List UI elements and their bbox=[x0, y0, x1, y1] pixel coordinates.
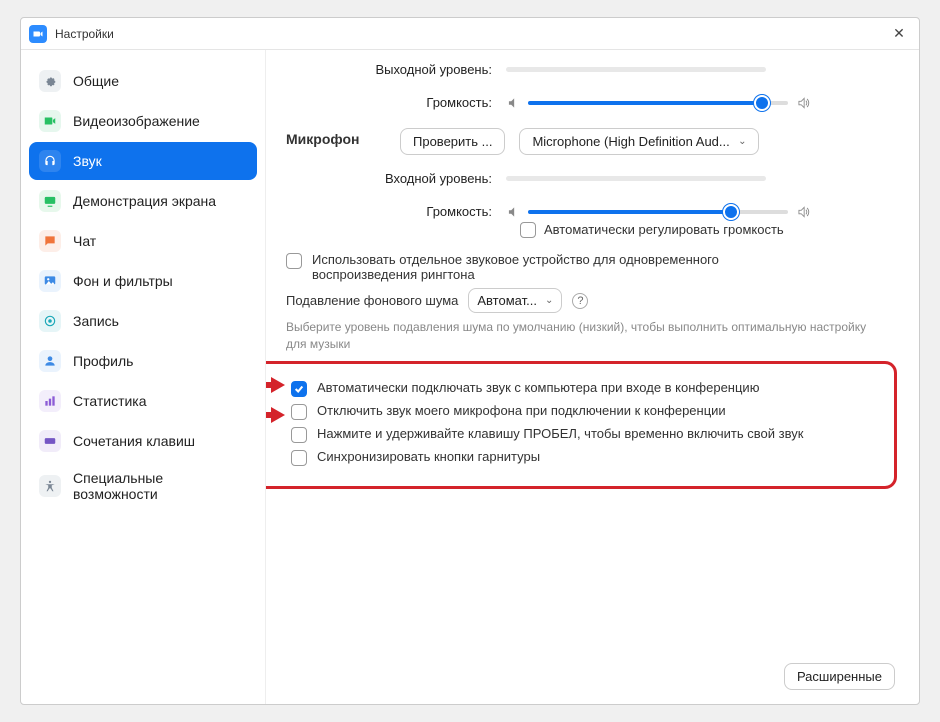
input-level-meter bbox=[506, 176, 766, 181]
auto-join-audio-checkbox[interactable] bbox=[291, 381, 307, 397]
noise-label: Подавление фонового шума bbox=[286, 293, 458, 308]
volume-high-icon bbox=[796, 205, 810, 219]
sidebar-item-audio[interactable]: Звук bbox=[29, 142, 257, 180]
speaker-volume-row: Громкость: bbox=[286, 95, 889, 110]
sidebar-item-label: Видеоизображение bbox=[73, 113, 200, 129]
space-unmute-label: Нажмите и удерживайте клавишу ПРОБЕЛ, чт… bbox=[317, 426, 803, 441]
volume-high-icon bbox=[796, 96, 810, 110]
titlebar: Настройки ✕ bbox=[21, 18, 919, 50]
separate-device-label: Использовать отдельное звуковое устройст… bbox=[312, 252, 742, 282]
sidebar-item-label: Профиль bbox=[73, 353, 133, 369]
sidebar-item-general[interactable]: Общие bbox=[29, 62, 257, 100]
output-level-meter bbox=[506, 67, 766, 72]
content-panel: Выходной уровень: Громкость: Микрофон Пр… bbox=[266, 50, 919, 704]
output-level-row: Выходной уровень: bbox=[286, 62, 889, 77]
sidebar-item-label: Общие bbox=[73, 73, 119, 89]
space-unmute-checkbox[interactable] bbox=[291, 427, 307, 443]
noise-level-dropdown[interactable]: Автомат...⌄ bbox=[468, 288, 562, 313]
test-mic-button[interactable]: Проверить ... bbox=[400, 128, 505, 155]
mic-volume-slider[interactable] bbox=[528, 210, 788, 214]
sidebar-item-label: Сочетания клавиш bbox=[73, 433, 195, 449]
volume-low-icon bbox=[506, 96, 520, 110]
share-screen-icon bbox=[39, 190, 61, 212]
video-icon bbox=[39, 110, 61, 132]
auto-join-audio-label: Автоматически подключать звук с компьюте… bbox=[317, 380, 759, 395]
background-icon bbox=[39, 270, 61, 292]
advanced-button[interactable]: Расширенные bbox=[784, 663, 895, 690]
noise-suppression-row: Подавление фонового шума Автомат...⌄ ? bbox=[286, 288, 889, 313]
mic-volume-row: Громкость: bbox=[286, 204, 889, 219]
separate-device-checkbox[interactable] bbox=[286, 253, 302, 269]
mic-volume-label: Громкость: bbox=[286, 204, 506, 219]
annotation-arrow-1 bbox=[266, 376, 285, 394]
annotation-arrow-2 bbox=[266, 406, 285, 424]
annotation-highlight-box: Автоматически подключать звук с компьюте… bbox=[266, 361, 897, 489]
mic-device-dropdown[interactable]: Microphone (High Definition Aud...⌄ bbox=[519, 128, 759, 155]
separate-device-row: Использовать отдельное звуковое устройст… bbox=[286, 252, 889, 282]
sync-headset-checkbox[interactable] bbox=[291, 450, 307, 466]
volume-low-icon bbox=[506, 205, 520, 219]
sidebar-item-label: Статистика bbox=[73, 393, 147, 409]
sidebar-item-chat[interactable]: Чат bbox=[29, 222, 257, 260]
mute-mic-checkbox[interactable] bbox=[291, 404, 307, 420]
sidebar-item-label: Звук bbox=[73, 153, 102, 169]
window-body: Общие Видеоизображение Звук Демонстрация… bbox=[21, 50, 919, 704]
profile-icon bbox=[39, 350, 61, 372]
sidebar: Общие Видеоизображение Звук Демонстрация… bbox=[21, 50, 266, 704]
auto-adjust-checkbox[interactable] bbox=[520, 222, 536, 238]
sidebar-item-accessibility[interactable]: Специальные возможности bbox=[29, 462, 257, 510]
help-icon[interactable]: ? bbox=[572, 293, 588, 309]
accessibility-icon bbox=[39, 475, 61, 497]
record-icon bbox=[39, 310, 61, 332]
space-unmute-row: Нажмите и удерживайте клавишу ПРОБЕЛ, чт… bbox=[291, 426, 880, 443]
gear-icon bbox=[39, 70, 61, 92]
sidebar-item-video[interactable]: Видеоизображение bbox=[29, 102, 257, 140]
sidebar-item-label: Демонстрация экрана bbox=[73, 193, 216, 209]
noise-hint: Выберите уровень подавления шума по умол… bbox=[286, 319, 889, 353]
sync-headset-row: Синхронизировать кнопки гарнитуры bbox=[291, 449, 880, 466]
sidebar-item-recording[interactable]: Запись bbox=[29, 302, 257, 340]
mic-section-header: Микрофон bbox=[286, 131, 386, 147]
keyboard-icon bbox=[39, 430, 61, 452]
close-button[interactable]: ✕ bbox=[887, 22, 911, 46]
sidebar-item-statistics[interactable]: Статистика bbox=[29, 382, 257, 420]
chevron-down-icon: ⌄ bbox=[545, 295, 553, 306]
auto-adjust-label: Автоматически регулировать громкость bbox=[544, 222, 784, 237]
auto-adjust-row: Автоматически регулировать громкость bbox=[520, 221, 889, 238]
stats-icon bbox=[39, 390, 61, 412]
chevron-down-icon: ⌄ bbox=[738, 136, 746, 147]
sidebar-item-shortcuts[interactable]: Сочетания клавиш bbox=[29, 422, 257, 460]
mute-mic-row: Отключить звук моего микрофона при подкл… bbox=[291, 403, 880, 420]
mute-mic-label: Отключить звук моего микрофона при подкл… bbox=[317, 403, 726, 418]
window-title: Настройки bbox=[55, 27, 887, 41]
sidebar-item-label: Чат bbox=[73, 233, 96, 249]
sync-headset-label: Синхронизировать кнопки гарнитуры bbox=[317, 449, 540, 464]
settings-window: Настройки ✕ Общие Видеоизображение Звук … bbox=[20, 17, 920, 705]
output-level-label: Выходной уровень: bbox=[286, 62, 506, 77]
footer: Расширенные bbox=[784, 663, 895, 690]
mic-section-row: Микрофон Проверить ... Microphone (High … bbox=[286, 128, 889, 155]
input-level-label: Входной уровень: bbox=[286, 171, 506, 186]
sidebar-item-label: Специальные возможности bbox=[73, 470, 247, 502]
sidebar-item-share[interactable]: Демонстрация экрана bbox=[29, 182, 257, 220]
auto-join-audio-row: Автоматически подключать звук с компьюте… bbox=[291, 380, 880, 397]
input-level-row: Входной уровень: bbox=[286, 171, 889, 186]
zoom-app-icon bbox=[29, 25, 47, 43]
headphones-icon bbox=[39, 150, 61, 172]
sidebar-item-background[interactable]: Фон и фильтры bbox=[29, 262, 257, 300]
sidebar-item-label: Фон и фильтры bbox=[73, 273, 173, 289]
speaker-volume-slider[interactable] bbox=[528, 101, 788, 105]
sidebar-item-profile[interactable]: Профиль bbox=[29, 342, 257, 380]
speaker-volume-label: Громкость: bbox=[286, 95, 506, 110]
sidebar-item-label: Запись bbox=[73, 313, 119, 329]
chat-icon bbox=[39, 230, 61, 252]
